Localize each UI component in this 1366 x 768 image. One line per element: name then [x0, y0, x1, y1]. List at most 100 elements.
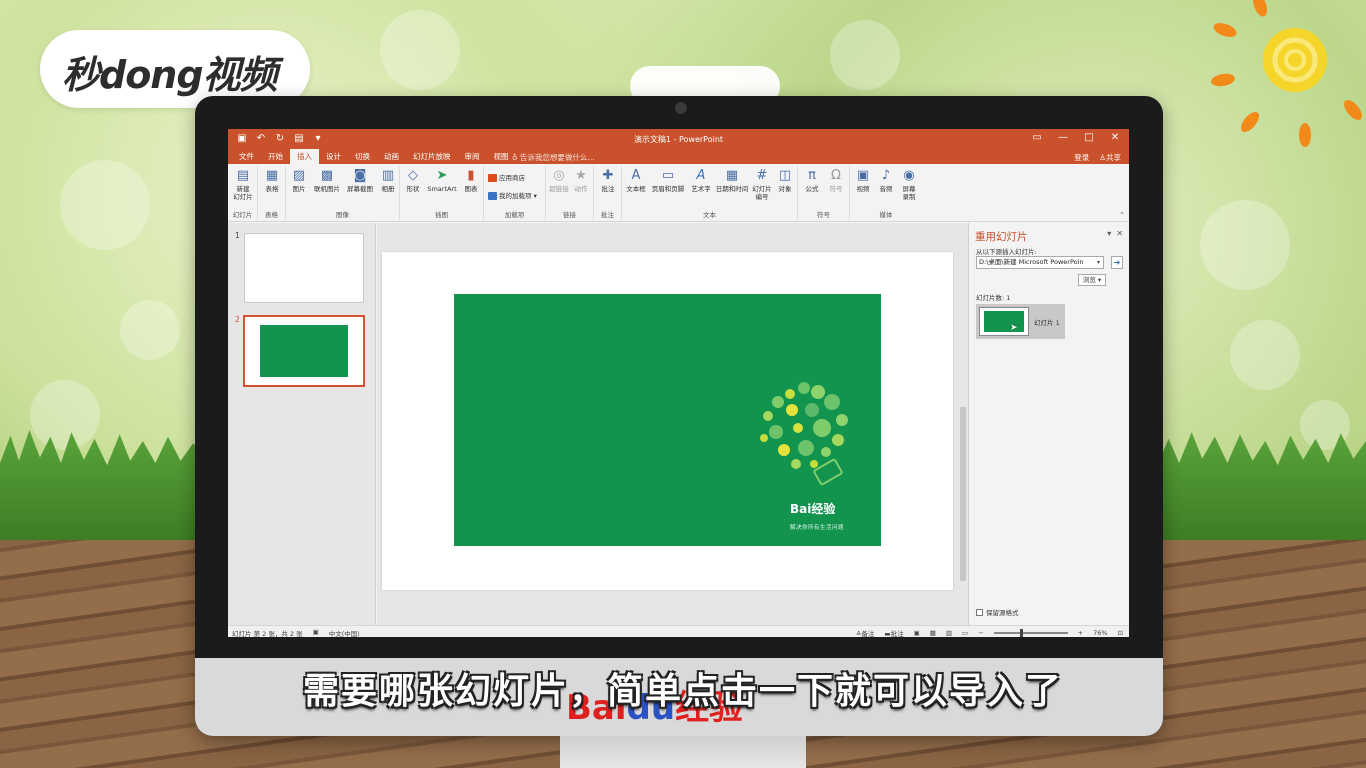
tab-file[interactable]: 文件 — [232, 149, 261, 164]
notes-button[interactable]: ≙备注 — [856, 628, 874, 637]
equation-button[interactable]: π 公式 — [800, 168, 824, 193]
calendar-icon: ▦ — [725, 168, 739, 183]
video-icon: ▣ — [856, 168, 870, 183]
zoom-in-icon[interactable]: + — [1078, 629, 1083, 637]
pi-icon: π — [808, 168, 816, 183]
store-icon — [488, 174, 497, 182]
sun-icon — [1211, 0, 1362, 147]
tab-design[interactable]: 设计 — [319, 149, 348, 164]
account-area: 登录 ♙共享 — [1074, 152, 1121, 163]
tab-home[interactable]: 开始 — [261, 149, 290, 164]
chevron-down-icon[interactable]: ▾ — [1094, 257, 1102, 268]
login-link[interactable]: 登录 — [1074, 152, 1089, 163]
group-illustrations: ◇ 形状 ➤ SmartArt ▮ 图表 插图 — [400, 166, 484, 220]
pane-close-icon[interactable]: ✕ — [1116, 229, 1123, 238]
slide-sorter-icon[interactable]: ▦ — [930, 629, 936, 637]
new-slide-button[interactable]: ▤ 新建 幻灯片 — [230, 168, 256, 201]
share-button[interactable]: ♙共享 — [1099, 152, 1121, 163]
slideshow-view-icon[interactable]: ▭ — [962, 629, 968, 637]
source-path-input[interactable]: D:\桌面\新建 Microsoft PowerPoin ▾ — [976, 256, 1104, 269]
close-icon[interactable]: ✕ — [1107, 132, 1123, 143]
reusable-slide-item[interactable]: 幻灯片 1 ➤ — [976, 304, 1065, 339]
slide-thumbnail-2[interactable] — [243, 315, 365, 387]
audio-button[interactable]: ♪ 音频 — [875, 168, 897, 193]
bokeh-light — [1200, 200, 1290, 290]
slide-thumbnail-1[interactable] — [244, 233, 364, 303]
wordart-button[interactable]: A 艺术字 — [688, 168, 714, 193]
vertical-scrollbar[interactable] — [958, 223, 968, 625]
smartart-button[interactable]: ➤ SmartArt — [425, 168, 459, 193]
table-button[interactable]: ▦ 表格 — [260, 168, 284, 193]
reading-view-icon[interactable]: ▥ — [946, 629, 952, 637]
symbol-button[interactable]: Ω 符号 — [824, 168, 848, 193]
textbox-button[interactable]: A 文本框 — [624, 168, 648, 193]
picture-icon: ▨ — [292, 168, 306, 183]
maximize-icon[interactable]: □ — [1081, 132, 1097, 143]
object-icon: ◫ — [778, 168, 792, 183]
keep-source-format-checkbox[interactable]: 保留源格式 — [976, 607, 1019, 617]
shapes-icon: ◇ — [408, 168, 418, 183]
online-pictures-button[interactable]: ▩ 联机图片 — [312, 168, 342, 193]
scrollbar-thumb[interactable] — [960, 407, 966, 581]
datetime-button[interactable]: ▦ 日期和时间 — [714, 168, 750, 193]
photo-album-button[interactable]: ▥ 相册 — [378, 168, 398, 193]
tab-animations[interactable]: 动画 — [377, 149, 406, 164]
zoom-slider[interactable] — [993, 629, 1068, 637]
ribbon-display-options-icon[interactable]: ▭ — [1029, 132, 1045, 143]
group-symbols: π 公式 Ω 符号 符号 — [798, 166, 850, 220]
zoom-level[interactable]: 76% — [1093, 629, 1107, 637]
green-rectangle[interactable]: Bai经验 解决你所有生活问题 — [454, 294, 881, 546]
browse-button[interactable]: 浏览 ▾ — [1078, 274, 1106, 286]
collapse-ribbon-icon[interactable]: ⌃ — [1119, 211, 1125, 219]
ribbon-tabs: 文件 开始 插入 设计 切换 动画 幻灯片放映 审阅 视图 — [232, 149, 516, 164]
tab-slideshow[interactable]: 幻灯片放映 — [406, 149, 458, 164]
tab-insert[interactable]: 插入 — [290, 149, 319, 164]
zoom-out-icon[interactable]: − — [978, 629, 983, 637]
bokeh-light — [830, 20, 900, 90]
minimize-icon[interactable]: — — [1055, 132, 1071, 143]
screenshot-button[interactable]: ◙ 屏幕截图 — [344, 168, 376, 193]
screen-recording-button[interactable]: ◉ 屏幕 录制 — [898, 168, 920, 201]
bokeh-light — [120, 300, 180, 360]
insert-from-label: 从以下源插入幻灯片: — [976, 248, 1037, 256]
store-button[interactable]: 应用商店 — [488, 172, 525, 182]
table-icon: ▦ — [265, 168, 279, 183]
slide-position-text: 幻灯片 第 2 张，共 2 张 — [232, 630, 303, 637]
accessibility-icon[interactable]: ▣ — [313, 628, 319, 637]
addins-icon — [488, 192, 497, 200]
pictures-button[interactable]: ▨ 图片 — [288, 168, 310, 193]
slide-number-button[interactable]: # 幻灯片 编号 — [750, 168, 774, 201]
comments-button[interactable]: ▬批注 — [884, 628, 903, 637]
my-addins-button[interactable]: 我的加载项 ▾ — [488, 190, 537, 200]
tab-review[interactable]: 审阅 — [458, 149, 487, 164]
shapes-button[interactable]: ◇ 形状 — [402, 168, 424, 193]
checkbox-icon[interactable] — [976, 608, 983, 616]
globe-link-icon: ◎ — [553, 168, 565, 183]
pane-title: 重用幻灯片 — [975, 231, 1028, 243]
mouse-cursor-icon: ➤ — [1010, 323, 1018, 333]
current-slide[interactable]: Bai经验 解决你所有生活问题 — [382, 252, 953, 590]
group-comments: ✚ 批注 批注 — [594, 166, 622, 220]
slide-count-label: 幻灯片数: 1 — [976, 294, 1011, 302]
tell-me-search[interactable]: ♁ 告诉我您想要做什么... — [512, 152, 595, 163]
comment-button[interactable]: ✚ 批注 — [596, 168, 620, 193]
fit-to-window-icon[interactable]: ⊡ — [1118, 629, 1123, 637]
hyperlink-button[interactable]: ◎ 超链接 — [548, 168, 570, 193]
tab-transitions[interactable]: 切换 — [348, 149, 377, 164]
action-button[interactable]: ★ 动作 — [571, 168, 591, 193]
slide-thumbnails-pane: 1 2 — [228, 223, 376, 625]
video-button[interactable]: ▣ 视频 — [852, 168, 874, 193]
object-button[interactable]: ◫ 对象 — [774, 168, 796, 193]
reusable-slide-thumbnail[interactable] — [979, 307, 1029, 336]
chart-button[interactable]: ▮ 图表 — [460, 168, 482, 193]
normal-view-icon[interactable]: ▣ — [914, 629, 920, 637]
zoom-slider-thumb[interactable] — [1019, 629, 1023, 637]
go-arrow-button[interactable]: ➔ — [1111, 256, 1123, 269]
slide-baidu-logo: Bai经验 — [790, 502, 836, 516]
header-footer-button[interactable]: ▭ 页眉和页脚 — [649, 168, 687, 193]
ribbon-tabs-bar: 文件 开始 插入 设计 切换 动画 幻灯片放映 审阅 视图 ♁ 告诉我您想要做什… — [228, 149, 1129, 164]
language-indicator[interactable]: 中文(中国) — [329, 628, 360, 637]
pane-options-icon[interactable]: ▾ — [1107, 229, 1111, 238]
reuse-slides-pane: 重用幻灯片 ▾ ✕ 从以下源插入幻灯片: D:\桌面\新建 Microsoft … — [968, 223, 1129, 625]
thumbnail-green-box — [260, 325, 348, 377]
